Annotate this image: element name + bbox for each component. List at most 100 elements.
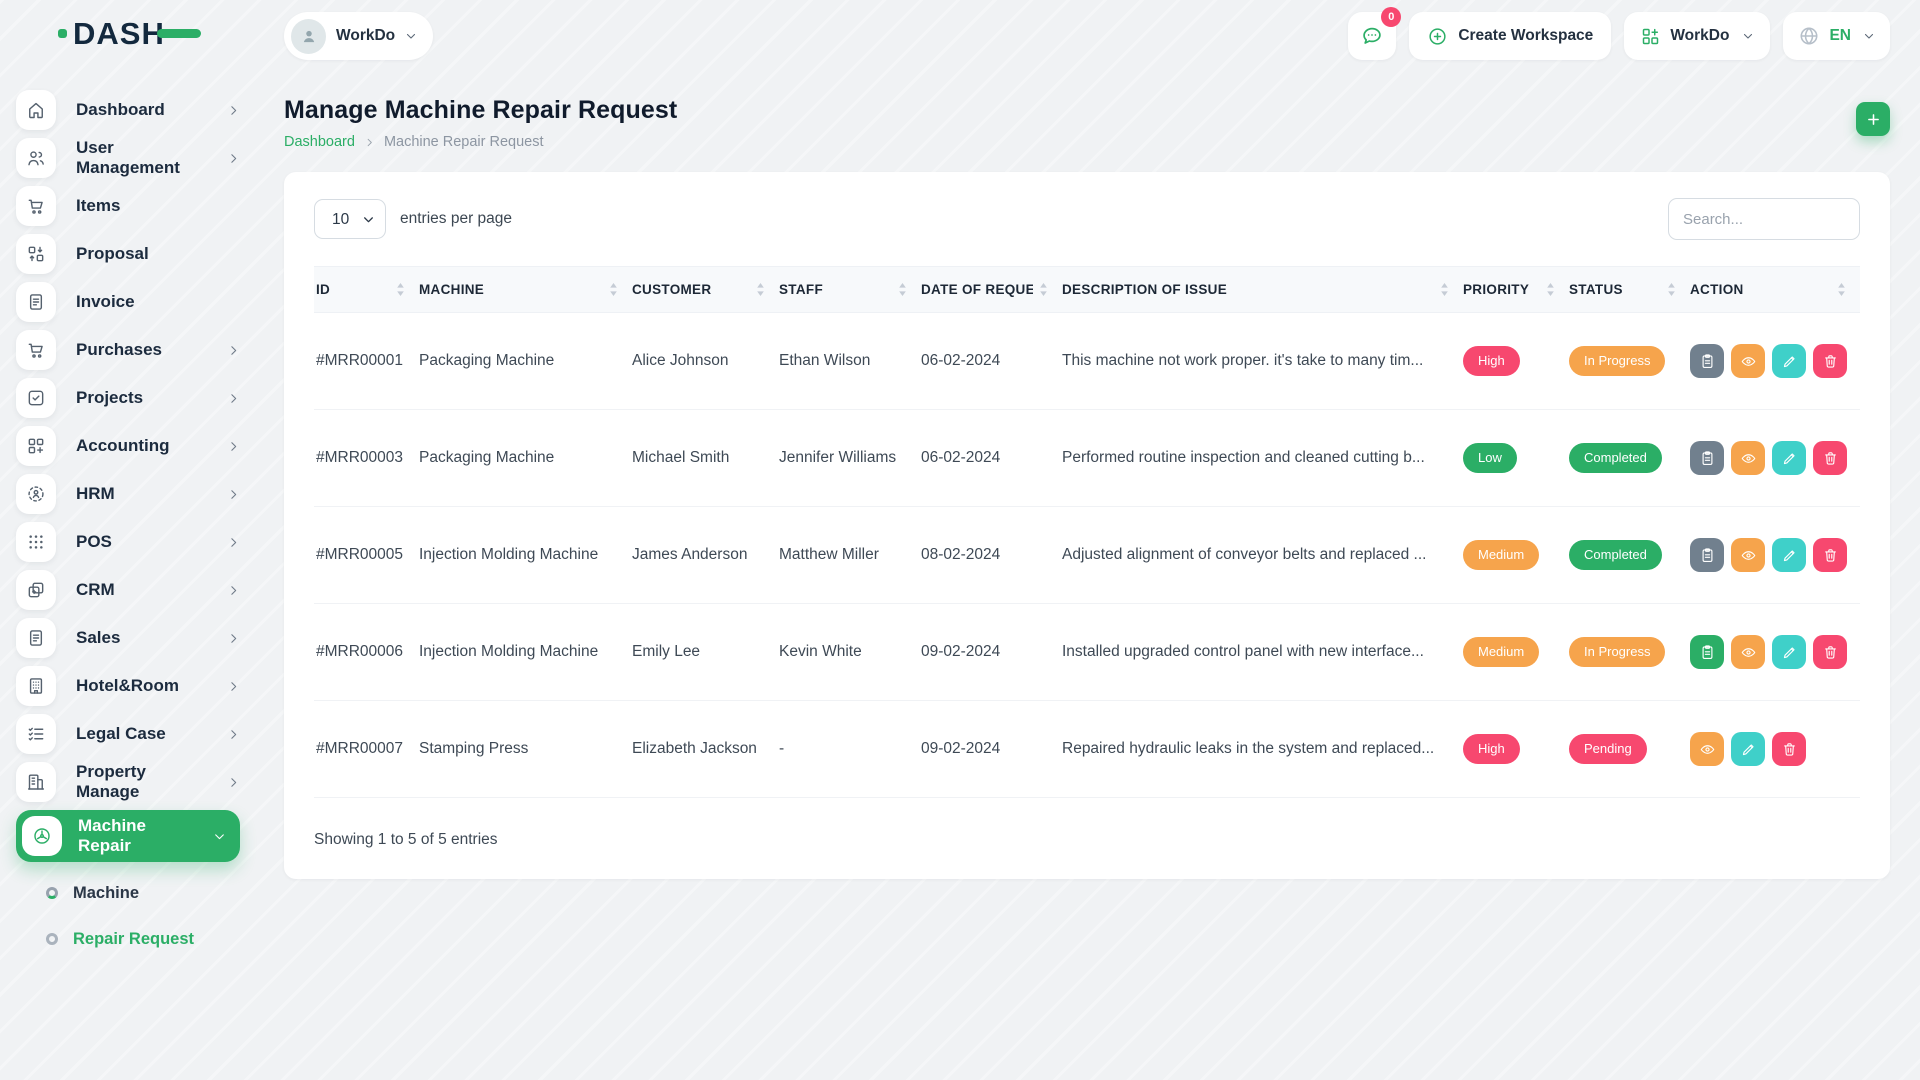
edit-button[interactable]: [1772, 344, 1806, 378]
workspace-switcher-label: WorkDo: [336, 27, 395, 45]
cell-description: Installed upgraded control panel with ne…: [1062, 604, 1463, 701]
sidebar-item-legal-case[interactable]: Legal Case: [16, 714, 240, 754]
view-button[interactable]: [1731, 538, 1765, 572]
delete-button[interactable]: [1813, 441, 1847, 475]
machine-fan-icon: [22, 816, 62, 856]
sidebar-subitem-machine[interactable]: Machine: [46, 874, 254, 912]
sidebar-item-crm[interactable]: CRM: [16, 570, 240, 610]
eye-icon: [1740, 644, 1757, 661]
chevron-right-icon: [227, 392, 240, 405]
details-button[interactable]: [1690, 538, 1724, 572]
view-button[interactable]: [1731, 344, 1765, 378]
sidebar-item-invoice[interactable]: Invoice: [16, 282, 240, 322]
cell-actions: [1690, 701, 1860, 798]
sidebar-item-pos[interactable]: POS: [16, 522, 240, 562]
cell-priority: Low: [1463, 410, 1569, 507]
priority-badge: Medium: [1463, 637, 1539, 667]
column-header-action[interactable]: ACTION: [1690, 267, 1860, 313]
sidebar-item-label: POS: [76, 532, 112, 552]
sidebar-item-hrm[interactable]: HRM: [16, 474, 240, 514]
cell-id: #MRR00006: [314, 604, 419, 701]
add-repair-request-button[interactable]: [1856, 102, 1890, 136]
sidebar-subitem-repair-request[interactable]: Repair Request: [46, 920, 254, 958]
sidebar-item-items[interactable]: Items: [16, 186, 240, 226]
details-button[interactable]: [1690, 344, 1724, 378]
cell-status: Pending: [1569, 701, 1690, 798]
page-title: Manage Machine Repair Request: [284, 96, 677, 125]
cell-actions: [1690, 507, 1860, 604]
eye-icon: [1699, 741, 1716, 758]
sort-carets-icon: [1546, 282, 1555, 297]
sidebar-item-label: CRM: [76, 580, 115, 600]
sort-carets-icon: [898, 282, 907, 297]
repair-request-table-card: 10 entries per page IDMACHINECUSTOMERSTA…: [284, 172, 1890, 879]
details-button[interactable]: [1690, 441, 1724, 475]
chevron-right-icon: [227, 776, 240, 789]
cell-machine: Injection Molding Machine: [419, 507, 632, 604]
apps-dropdown[interactable]: WorkDo: [1624, 12, 1770, 60]
cell-actions: [1690, 604, 1860, 701]
sidebar-item-machine-repair[interactable]: Machine Repair: [16, 810, 240, 862]
messages-button[interactable]: 0: [1348, 12, 1396, 60]
dash-logo[interactable]: DASH: [58, 18, 201, 49]
chevron-right-icon: [227, 440, 240, 453]
view-button[interactable]: [1690, 732, 1724, 766]
column-header-description-of-issue[interactable]: DESCRIPTION OF ISSUE: [1062, 267, 1463, 313]
topbar: WorkDo 0 Create Workspace WorkDo EN: [284, 0, 1890, 72]
cell-staff: Ethan Wilson: [779, 313, 921, 410]
breadcrumb-dashboard-link[interactable]: Dashboard: [284, 134, 355, 150]
column-header-id[interactable]: ID: [314, 267, 419, 313]
sidebar-item-dashboard[interactable]: Dashboard: [16, 90, 240, 130]
sidebar-item-label: Machine Repair: [78, 816, 197, 856]
language-selector[interactable]: EN: [1783, 12, 1890, 60]
column-header-status[interactable]: STATUS: [1569, 267, 1690, 313]
delete-button[interactable]: [1772, 732, 1806, 766]
eye-icon: [1740, 547, 1757, 564]
logo-dash-bar: [157, 29, 201, 38]
entries-per-page-select[interactable]: 10: [314, 199, 386, 239]
sidebar-item-label: Dashboard: [76, 100, 165, 120]
sidebar-item-label: Hotel&Room: [76, 676, 179, 696]
sidebar-item-accounting[interactable]: Accounting: [16, 426, 240, 466]
cell-customer: Alice Johnson: [632, 313, 779, 410]
pencil-icon: [1781, 450, 1798, 467]
column-header-machine[interactable]: MACHINE: [419, 267, 632, 313]
cart-icon: [16, 186, 56, 226]
sidebar-item-label: HRM: [76, 484, 115, 504]
column-header-staff[interactable]: STAFF: [779, 267, 921, 313]
sidebar-subitem-label: Repair Request: [73, 930, 194, 949]
trash-icon: [1822, 353, 1839, 370]
create-workspace-button[interactable]: Create Workspace: [1409, 12, 1611, 60]
delete-button[interactable]: [1813, 344, 1847, 378]
edit-button[interactable]: [1772, 538, 1806, 572]
column-header-customer[interactable]: CUSTOMER: [632, 267, 779, 313]
sidebar-item-property-manage[interactable]: Property Manage: [16, 762, 240, 802]
clipboard-icon: [1699, 547, 1716, 564]
view-button[interactable]: [1731, 441, 1765, 475]
trash-icon: [1822, 450, 1839, 467]
table-row: #MRR00007Stamping PressElizabeth Jackson…: [314, 701, 1860, 798]
edit-button[interactable]: [1772, 441, 1806, 475]
search-input[interactable]: [1668, 198, 1860, 240]
details-button[interactable]: [1690, 635, 1724, 669]
sidebar-item-hotel-room[interactable]: Hotel&Room: [16, 666, 240, 706]
edit-button[interactable]: [1772, 635, 1806, 669]
dots-grid-icon: [16, 522, 56, 562]
column-header-priority[interactable]: PRIORITY: [1463, 267, 1569, 313]
sidebar-item-projects[interactable]: Projects: [16, 378, 240, 418]
column-header-date-of-request[interactable]: DATE OF REQUEST: [921, 267, 1062, 313]
edit-button[interactable]: [1731, 732, 1765, 766]
sidebar-item-proposal[interactable]: Proposal: [16, 234, 240, 274]
cell-id: #MRR00001: [314, 313, 419, 410]
delete-button[interactable]: [1813, 538, 1847, 572]
table-row: #MRR00001Packaging MachineAlice JohnsonE…: [314, 313, 1860, 410]
delete-button[interactable]: [1813, 635, 1847, 669]
sort-carets-icon: [609, 282, 618, 297]
sidebar-item-user-management[interactable]: User Management: [16, 138, 240, 178]
sidebar-item-label: Property Manage: [76, 762, 207, 802]
sidebar-item-purchases[interactable]: Purchases: [16, 330, 240, 370]
entries-per-page-select-wrap: 10: [314, 199, 386, 239]
workspace-switcher[interactable]: WorkDo: [284, 12, 433, 60]
view-button[interactable]: [1731, 635, 1765, 669]
sidebar-item-sales[interactable]: Sales: [16, 618, 240, 658]
